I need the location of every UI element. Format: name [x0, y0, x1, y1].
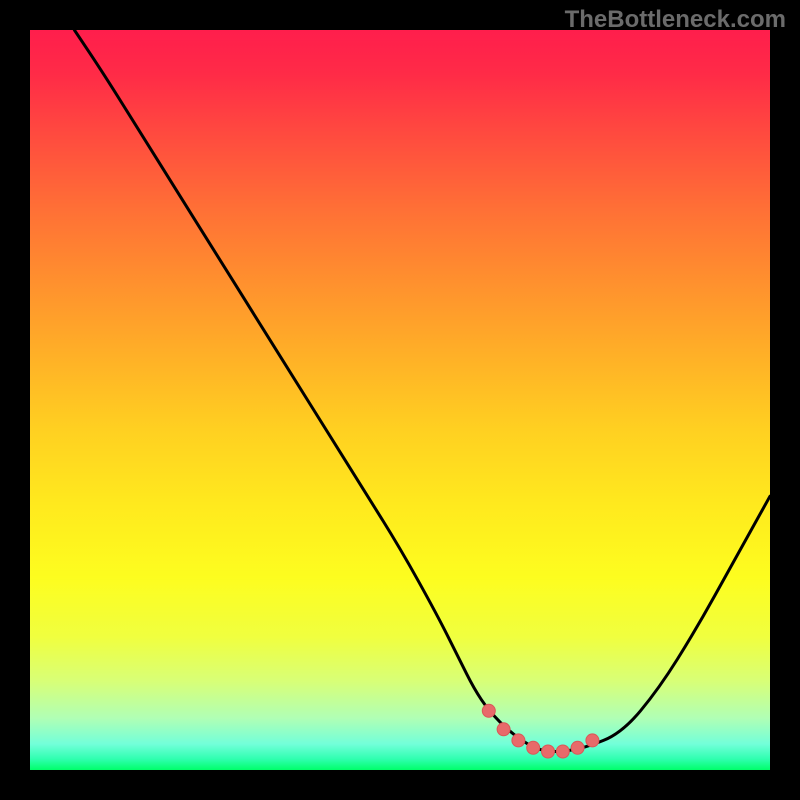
sweet-spot-marker: [497, 723, 510, 736]
sweet-spot-marker: [512, 734, 525, 747]
sweet-spot-marker: [571, 741, 584, 754]
sweet-spot-marker: [527, 741, 540, 754]
watermark-label: TheBottleneck.com: [565, 6, 786, 34]
sweet-spot-marker: [586, 734, 599, 747]
plot-area: [30, 30, 770, 770]
bottleneck-curve: [74, 30, 770, 752]
sweet-spot-marker: [542, 745, 555, 758]
sweet-spot-marker: [556, 745, 569, 758]
sweet-spot-marker: [482, 704, 495, 717]
chart-container: TheBottleneck.com: [0, 0, 800, 800]
curve-layer: [30, 30, 770, 770]
